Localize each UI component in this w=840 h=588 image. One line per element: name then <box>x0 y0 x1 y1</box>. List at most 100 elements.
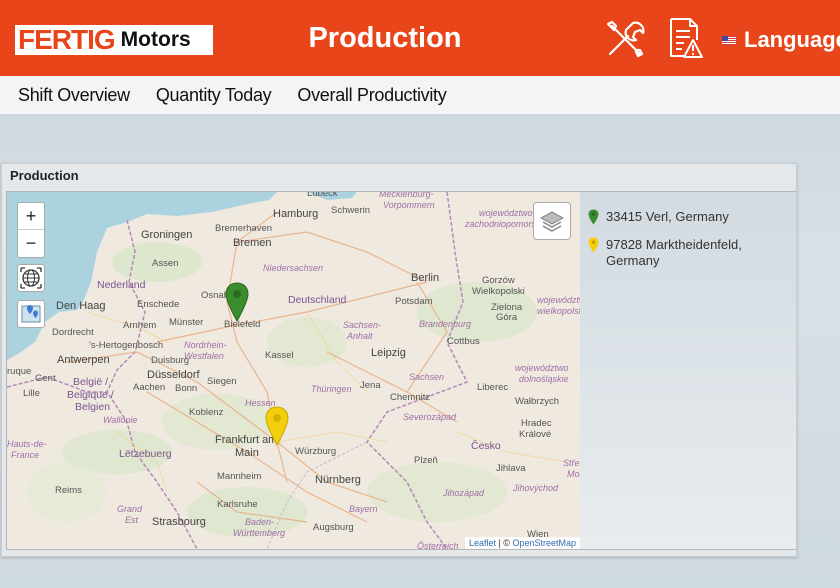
map-attribution: Leaflet | © OpenStreetMap <box>464 537 580 549</box>
map-label: Lille <box>23 388 40 399</box>
map-label: Niedersachsen <box>263 263 324 273</box>
map-label: Stře <box>563 458 580 468</box>
map-label: Góra <box>496 312 518 323</box>
map-label: Aachen <box>133 382 166 393</box>
layers-icon <box>539 211 565 232</box>
map-label: Belgique / <box>67 389 114 401</box>
map-label: Vorpommern <box>383 200 435 210</box>
map-label: Assen <box>152 258 179 269</box>
production-map[interactable]: Lübeck Mecklenburg- Vorpommern województ… <box>6 191 581 550</box>
map-label: Thüringen <box>311 384 352 394</box>
map-label: Main <box>235 447 259 459</box>
location-legend: 33415 Verl, Germany 97828 Marktheidenfel… <box>580 191 796 550</box>
map-label: Lëtzebuerg <box>119 448 172 460</box>
map-label: Wallonie <box>103 415 138 425</box>
map-label: Wielkopolski <box>472 286 525 297</box>
tools-icon[interactable] <box>604 18 646 60</box>
map-label: Sachsen <box>409 372 445 382</box>
map-label: Mor <box>567 469 581 479</box>
zoom-out-button[interactable]: − <box>18 230 44 256</box>
main-nav: Shift Overview Quantity Today Overall Pr… <box>0 76 840 114</box>
yellow-pin-icon[interactable] <box>265 406 289 446</box>
map-label: Hauts-de- <box>7 439 47 449</box>
map-label: Mecklenburg- <box>379 191 434 199</box>
logo-brand: FERTIG <box>18 24 116 55</box>
green-pin-icon[interactable] <box>225 282 249 322</box>
map-label: Lübeck <box>307 191 338 199</box>
map-label: Dordrecht <box>52 327 94 338</box>
green-pin-icon <box>588 209 599 225</box>
zoom-control: + − <box>17 202 45 258</box>
report-warning-icon[interactable] <box>668 16 704 60</box>
map-label: Plzeň <box>414 455 438 466</box>
map-label: Nordrhein- <box>184 340 227 350</box>
map-label: Arnhem <box>123 320 157 331</box>
us-flag-icon <box>722 35 736 45</box>
map-label: Cottbus <box>447 336 480 347</box>
map-label: Augsburg <box>313 522 354 533</box>
map-label: Groningen <box>141 229 193 241</box>
map-label: Belgien <box>75 401 111 413</box>
zoom-in-button[interactable]: + <box>18 203 44 230</box>
legend-item-marktheidenfeld[interactable]: 97828 Marktheidenfeld, Germany <box>588 237 788 269</box>
fit-markers-button[interactable] <box>17 300 45 328</box>
openstreetmap-link[interactable]: OpenStreetMap <box>512 538 576 548</box>
map-label: Nederland <box>97 279 146 291</box>
attribution-separator: | © <box>495 538 513 548</box>
legend-address: 97828 Marktheidenfeld, Germany <box>606 237 742 268</box>
globe-icon <box>20 267 42 289</box>
map-label: Münster <box>169 317 204 328</box>
map-label: Bremerhaven <box>215 223 273 234</box>
map-base-layer <box>7 192 568 549</box>
map-label: France <box>11 450 40 460</box>
map-label: Strasbourg <box>152 516 206 528</box>
panel-title: Production <box>10 168 79 183</box>
map-label: Wałbrzych <box>515 396 559 407</box>
map-label: Württemberg <box>233 528 286 538</box>
nav-shift-overview[interactable]: Shift Overview <box>18 76 130 114</box>
map-label: Baden- <box>245 517 275 527</box>
map-label: Sachsen- <box>343 320 382 330</box>
map-label: Bremen <box>233 237 272 249</box>
language-label: Language <box>744 27 840 52</box>
map-label: Antwerpen <box>57 354 110 366</box>
language-selector[interactable]: Language <box>722 26 840 54</box>
map-label: Potsdam <box>395 296 433 307</box>
map-label: Hamburg <box>273 208 319 220</box>
map-label: Deutschland <box>288 294 347 306</box>
map-label: Würzburg <box>295 446 337 457</box>
map-label: Brandenburg <box>419 319 472 329</box>
map-label: Hradec <box>521 418 552 429</box>
map-label: województwo <box>537 295 580 305</box>
map-label: Anhalt <box>347 331 373 341</box>
map-label: Duisburg <box>151 355 190 366</box>
map-label: Liberec <box>477 382 509 393</box>
map-label: województwo <box>515 363 569 373</box>
page-title: Production <box>308 22 462 54</box>
nav-quantity-today[interactable]: Quantity Today <box>156 76 272 114</box>
leaflet-link[interactable]: Leaflet <box>469 538 496 548</box>
map-label: Österreich <box>417 541 459 550</box>
map-label: Berlin <box>411 272 440 284</box>
map-label: Leipzig <box>371 347 406 359</box>
map-label: Česko <box>471 440 501 452</box>
map-label: België / <box>73 376 109 388</box>
map-label: Severozápad <box>403 412 457 422</box>
map-label: dolnośląskie <box>519 374 569 384</box>
yellow-pin-icon <box>588 237 599 253</box>
nav-overall-productivity[interactable]: Overall Productivity <box>297 76 446 114</box>
map-label: Nürnberg <box>315 474 361 486</box>
fullscreen-globe-button[interactable] <box>17 264 45 292</box>
map-label: Enschede <box>137 299 180 310</box>
layers-button[interactable] <box>533 202 571 240</box>
map-label: ruque <box>7 366 32 377</box>
map-label: Jihovýchod <box>513 483 559 493</box>
map-label: Jihozápad <box>443 488 485 498</box>
map-label: Düsseldorf <box>147 369 200 381</box>
fertig-motors-logo[interactable]: FERTIG Motors <box>15 25 213 55</box>
map-label: Grand <box>117 504 143 514</box>
map-label: Kassel <box>265 350 294 361</box>
logo-model: Motors <box>120 28 191 51</box>
legend-address: 33415 Verl, Germany <box>606 209 729 224</box>
legend-item-verl[interactable]: 33415 Verl, Germany <box>588 209 729 225</box>
